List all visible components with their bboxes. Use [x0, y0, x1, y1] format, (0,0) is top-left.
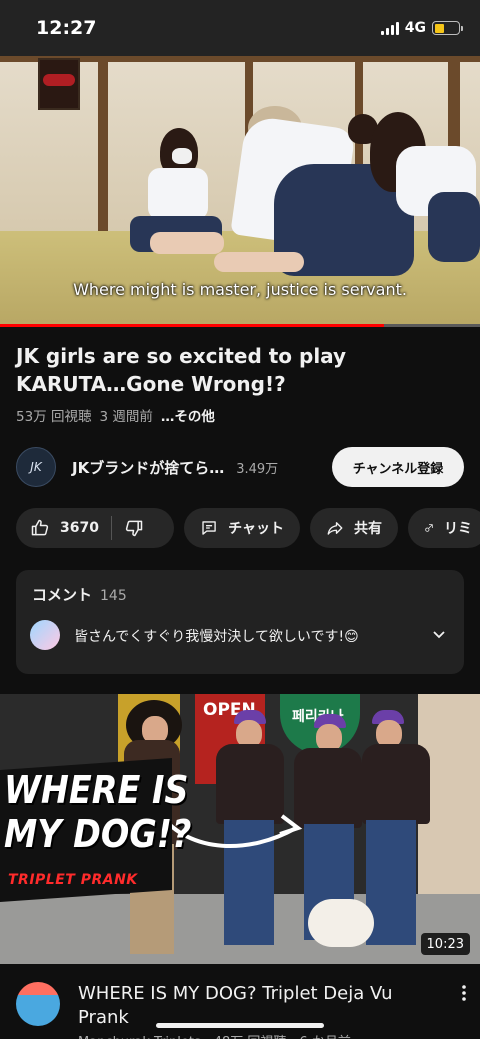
like-count: 3670: [60, 520, 99, 536]
comments-section[interactable]: コメント 145 皆さんでくすぐり我慢対決して欲しいです!😊: [16, 570, 464, 674]
comments-header: コメント 145: [32, 584, 127, 605]
channel-name[interactable]: JKブランドが捨てら…: [72, 457, 224, 478]
like-dislike-chip: 3670: [16, 508, 174, 548]
next-video-meta: Manchurak Triplets・48万 回視聴・6 か月前: [78, 1031, 351, 1039]
channel-avatar[interactable]: JK: [16, 447, 56, 487]
more-link[interactable]: …その他: [161, 405, 215, 425]
view-count: 53万 回視聴: [16, 409, 92, 425]
comments-title: コメント: [32, 586, 93, 604]
comments-count: 145: [100, 588, 127, 604]
channel-row[interactable]: JK JKブランドが捨てら… 3.49万 チャンネル登録: [16, 446, 464, 488]
like-button[interactable]: 3670: [30, 518, 99, 538]
scene-beam: [98, 56, 108, 236]
channel-avatar-logo: JK: [30, 460, 42, 474]
video-subtitle: Where might is master, justice is servan…: [73, 280, 407, 299]
person: [148, 168, 208, 220]
next-channel-avatar[interactable]: [16, 982, 60, 1026]
like-divider: [110, 516, 112, 540]
chevron-down-icon[interactable]: [432, 628, 446, 642]
battery-icon: [432, 21, 463, 35]
thumbnail-headline-line: WHERE IS: [4, 768, 189, 812]
share-button[interactable]: 共有: [310, 508, 398, 548]
dog: [308, 899, 374, 947]
chat-icon: [202, 521, 216, 535]
network-label: 4G: [404, 20, 426, 36]
thumbs-down-icon: [125, 520, 143, 537]
dislike-button[interactable]: [124, 518, 144, 538]
video-meta[interactable]: 53万 回視聴 3 週間前 …その他: [16, 405, 215, 425]
subscribe-button[interactable]: チャンネル登録: [332, 447, 464, 487]
status-indicators: 4G: [380, 20, 463, 36]
signal-icon: [380, 21, 399, 35]
remix-label: リミ: [444, 521, 472, 537]
person: [172, 148, 192, 164]
chat-label: チャット: [228, 521, 284, 537]
home-indicator: [156, 1023, 324, 1028]
thumbs-up-icon: [31, 519, 49, 536]
thumbnail-headline: WHERE IS MY DOG!?: [4, 768, 192, 856]
battery-level: [434, 23, 444, 33]
upload-age: 3 週間前: [99, 409, 153, 425]
video-progress-fill: [0, 324, 384, 327]
video-player[interactable]: Where might is master, justice is servan…: [0, 56, 480, 326]
remix-button[interactable]: リミ: [408, 508, 480, 548]
thumbnail-headline-line: MY DOG!?: [4, 812, 192, 856]
poster: [38, 58, 80, 110]
person: [214, 252, 304, 272]
video-duration: 10:23: [420, 933, 470, 955]
subscriber-count: 3.49万: [236, 461, 279, 477]
share-label: 共有: [354, 521, 382, 537]
action-bar: 3670 チャット 共有 リミ: [16, 508, 480, 548]
share-icon: [327, 522, 343, 535]
more-vert-icon[interactable]: [460, 984, 468, 1002]
top-comment-text: 皆さんでくすぐり我慢対決して欲しいです!😊: [74, 629, 359, 645]
thumbnail-tag: TRIPLET PRANK: [8, 872, 138, 888]
commenter-avatar: [30, 620, 60, 650]
status-bar: 12:27 4G: [0, 0, 480, 56]
chat-button[interactable]: チャット: [184, 508, 300, 548]
remix-icon: [425, 524, 433, 532]
person: [150, 232, 224, 254]
person: [428, 192, 480, 262]
status-time: 12:27: [36, 17, 97, 39]
video-progress-bar[interactable]: [0, 324, 480, 327]
video-title[interactable]: JK girls are so excited to play KARUTA…G…: [16, 342, 456, 398]
